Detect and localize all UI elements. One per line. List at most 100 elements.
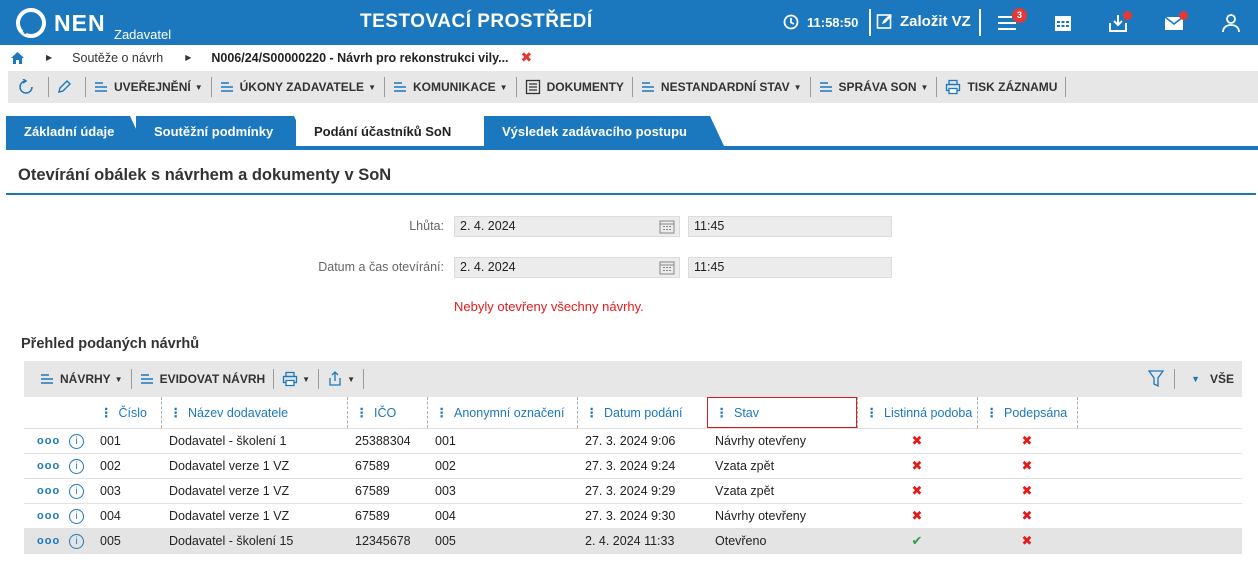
col-listinna-podoba[interactable]: ⋮ Listinná podoba	[857, 397, 978, 429]
row-actions-icon[interactable]: ooo	[37, 485, 60, 497]
breadcrumb-arrow-icon: ▶	[46, 53, 53, 62]
deadline-time-field[interactable]: 11:45	[688, 216, 892, 237]
caret-down-icon: ▼	[368, 82, 376, 92]
tab-podani-ucastniku[interactable]: Podání účastníků SoN	[296, 116, 492, 146]
tab-soutezni-podminky[interactable]: Soutěžní podmínky	[136, 116, 308, 146]
create-vz-label: Založit VZ	[900, 12, 971, 30]
col-podepsana[interactable]: ⋮ Podepsána	[977, 397, 1078, 429]
filler-cell	[1077, 453, 1242, 479]
tab-bar: Základní údaje Soutěžní podmínky Podání …	[0, 116, 1258, 146]
calendar-icon[interactable]	[1052, 12, 1074, 34]
col-ico[interactable]: ⋮ IČO	[347, 397, 428, 429]
print-record-button[interactable]: TISK ZÁZNAMU	[937, 77, 1067, 97]
column-menu-icon[interactable]: ⋮	[986, 406, 999, 420]
deadline-date-field[interactable]: 2. 4. 2024	[454, 216, 680, 237]
refresh-button[interactable]	[8, 77, 49, 97]
caret-down-icon[interactable]: ▼	[1191, 374, 1200, 384]
proposals-grid: NÁVRHY ▼ EVIDOVAT NÁVRH ▼ ▼ ▼ VŠE ⋮ Číslo …	[24, 361, 1242, 554]
calendar-picker-icon[interactable]	[659, 219, 675, 234]
column-menu-icon[interactable]: ⋮	[356, 406, 369, 420]
filler-cell	[1077, 428, 1242, 454]
export-menu[interactable]: ▼	[319, 369, 364, 389]
cell-ico: 67589	[347, 478, 427, 504]
tab-vysledek-zadavaciho-postupu[interactable]: Výsledek zadávacího postupu	[484, 116, 724, 146]
cell-anonymni: 001	[427, 428, 577, 454]
table-row-selected[interactable]: ooo i 005 Dodavatel - školení 15 12345678…	[24, 528, 1242, 554]
filter-all-label[interactable]: VŠE	[1210, 372, 1234, 386]
row-actions-icon[interactable]: ooo	[37, 510, 60, 522]
proposals-table: ⋮ Číslo ⋮ Název dodavatele ⋮ IČO ⋮ Anonymní …	[24, 397, 1242, 554]
row-actions-header	[24, 397, 92, 429]
table-row[interactable]: ooo i 001 Dodavatel - školení 1 25388304 …	[24, 428, 1242, 454]
menu-dokumenty[interactable]: DOKUMENTY	[517, 77, 633, 97]
user-icon[interactable]	[1220, 12, 1242, 34]
column-menu-icon[interactable]: ⋮	[586, 406, 599, 420]
cross-icon: ✖	[1021, 482, 1033, 498]
cell-cislo: 005	[92, 528, 161, 554]
menu-badge: 3	[1012, 8, 1027, 23]
info-icon[interactable]: i	[69, 483, 85, 499]
list-icon	[393, 82, 406, 92]
menu-sprava-label: SPRÁVA SON	[838, 80, 917, 94]
col-cislo[interactable]: ⋮ Číslo	[92, 397, 162, 429]
navrhy-menu[interactable]: NÁVRHY ▼	[24, 369, 132, 389]
section-title: Otevírání obálek s návrhem a dokumenty v…	[18, 166, 392, 184]
table-row[interactable]: ooo i 003 Dodavatel verze 1 VZ 67589 003 …	[24, 478, 1242, 504]
info-icon[interactable]: i	[69, 533, 85, 549]
col-anonymni-label: Anonymní označení	[454, 405, 565, 420]
cell-ico: 67589	[347, 503, 427, 529]
tab-zakladni-udaje[interactable]: Základní údaje	[6, 116, 144, 146]
calendar-picker-icon[interactable]	[659, 260, 675, 275]
menu-nestandardni-stav[interactable]: NESTANDARDNÍ STAV ▼	[633, 77, 811, 97]
row-actions-icon[interactable]: ooo	[37, 435, 60, 447]
environment-title: TESTOVACÍ PROSTŘEDÍ	[360, 11, 593, 32]
create-vz-button[interactable]: Založit VZ	[876, 12, 971, 30]
home-icon[interactable]	[11, 51, 24, 64]
cell-anonymni: 004	[427, 503, 577, 529]
column-menu-icon[interactable]: ⋮	[716, 406, 729, 420]
check-icon: ✔	[911, 532, 923, 548]
evidovat-navrh-button[interactable]: EVIDOVAT NÁVRH	[132, 369, 275, 389]
menu-ukony-zadavatele[interactable]: ÚKONY ZADAVATELE ▼	[212, 77, 385, 97]
opening-date-field[interactable]: 2. 4. 2024	[454, 257, 680, 278]
breadcrumb-current[interactable]: N006/24/S00000220 - Návrh pro rekonstruk…	[211, 51, 508, 65]
print-menu[interactable]: ▼	[274, 369, 320, 389]
edit-button[interactable]	[49, 77, 86, 97]
cell-stav: Vzata zpět	[707, 478, 857, 504]
column-menu-icon[interactable]: ⋮	[170, 406, 183, 420]
col-nazev-dodavatele[interactable]: ⋮ Název dodavatele	[161, 397, 348, 429]
list-icon	[41, 374, 53, 384]
breadcrumb-close-icon[interactable]: ✖	[521, 49, 533, 66]
col-stav[interactable]: ⋮ Stav	[707, 397, 858, 429]
nen-logo[interactable]: NEN	[16, 7, 106, 39]
column-menu-icon[interactable]: ⋮	[866, 406, 879, 420]
info-icon[interactable]: i	[69, 458, 85, 474]
cross-icon: ✖	[911, 507, 923, 523]
table-row[interactable]: ooo i 004 Dodavatel verze 1 VZ 67589 004 …	[24, 503, 1242, 529]
cross-icon: ✖	[911, 432, 923, 448]
logo-circle-icon	[16, 8, 46, 38]
row-actions-icon[interactable]: ooo	[37, 535, 60, 547]
opening-time-field[interactable]: 11:45	[688, 257, 892, 278]
menu-uverejneni[interactable]: UVEŘEJNĚNÍ ▼	[86, 77, 212, 97]
pencil-icon	[58, 80, 71, 93]
column-menu-icon[interactable]: ⋮	[436, 406, 449, 420]
menu-sprava-son[interactable]: SPRÁVA SON ▼	[811, 77, 938, 97]
mail-notification-dot	[1179, 11, 1188, 20]
menu-komunikace[interactable]: KOMUNIKACE ▼	[385, 77, 517, 97]
filler-cell	[1077, 503, 1242, 529]
filter-icon[interactable]	[1148, 370, 1165, 388]
info-icon[interactable]: i	[69, 508, 85, 524]
column-menu-icon[interactable]: ⋮	[100, 406, 113, 420]
breadcrumb-arrow-icon: ▶	[185, 53, 192, 62]
row-actions-icon[interactable]: ooo	[37, 460, 60, 472]
col-datum-podani[interactable]: ⋮ Datum podání	[577, 397, 708, 429]
cross-icon: ✖	[1021, 507, 1033, 523]
col-anonymni-oznaceni[interactable]: ⋮ Anonymní označení	[427, 397, 578, 429]
table-row[interactable]: ooo i 002 Dodavatel verze 1 VZ 67589 002 …	[24, 453, 1242, 479]
col-podepsana-label: Podepsána	[1004, 405, 1068, 420]
breadcrumb-item[interactable]: Soutěže o návrh	[72, 51, 163, 65]
info-icon[interactable]: i	[69, 433, 85, 449]
cell-stav: Návrhy otevřeny	[707, 503, 857, 529]
cell-datum: 27. 3. 2024 9:24	[577, 453, 707, 479]
